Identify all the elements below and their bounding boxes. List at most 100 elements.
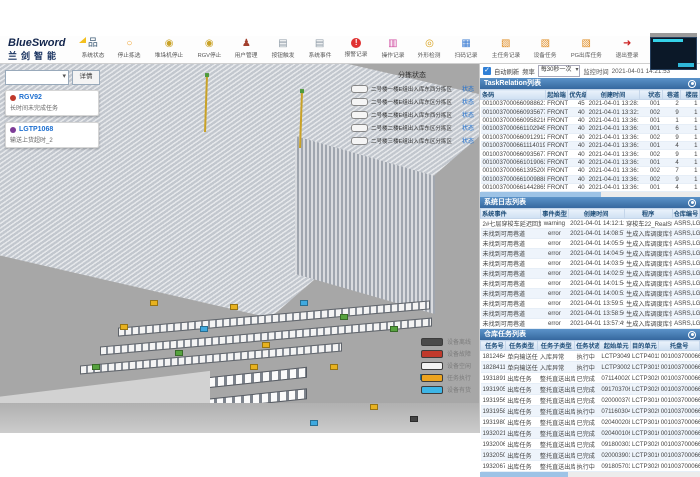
table-row[interactable]: 00100370006614428653FRONT402021-04-01 13… (481, 183, 700, 191)
sort-zone-status-link[interactable]: 状态 (462, 110, 474, 119)
table-row[interactable]: 1932006出库任务整托直送出库已完成0918003032LCTP302000… (481, 439, 700, 450)
settings-icon[interactable] (688, 331, 696, 339)
table-row[interactable]: 00100370006610190639FRONT402021-04-01 13… (481, 158, 700, 166)
table-row[interactable]: 1932067出库任务整托直送出库执行中0918057032LCTP302000… (481, 461, 700, 472)
column-header[interactable]: 楼层 (681, 90, 700, 100)
column-header[interactable]: 创建时间 (568, 209, 624, 219)
settings-icon[interactable] (688, 199, 696, 207)
table-row[interactable]: 未找到可用巷道error2021-04-01 13:58:50生成入库调度库位任… (481, 309, 700, 319)
column-header[interactable]: 任务类型 (505, 341, 538, 351)
column-header[interactable]: 托盘号 (659, 341, 700, 351)
column-header[interactable]: 系统事件 (481, 209, 541, 219)
toolbar-scan-log[interactable]: ▦扫码记录 (449, 38, 483, 59)
table-cell: 已完成 (575, 384, 600, 395)
sort-zone-toggle[interactable] (351, 85, 368, 93)
column-header[interactable]: 起始单元 (599, 341, 630, 351)
column-header[interactable]: 任务子类型 (538, 341, 575, 351)
table-row[interactable]: 未找到可用巷道error2021-04-01 14:01:54生成入库调度库位任… (481, 279, 700, 289)
sort-zone-status-link[interactable]: 状态 (462, 136, 474, 145)
alert-card-header: LGTP1068 (10, 126, 94, 133)
horizontal-scrollbar[interactable] (480, 192, 700, 197)
sort-zone-toggle[interactable] (351, 98, 368, 106)
device-id-link[interactable]: RGV92 (19, 94, 42, 101)
table-cell: 1931956 (481, 395, 506, 406)
column-header[interactable]: 事件类型 (541, 209, 568, 219)
table-row[interactable]: 2#七层穿梭车延迟回复消息warning2021-04-01 14:12:12穿… (481, 219, 700, 229)
horizontal-scrollbar[interactable] (480, 472, 700, 477)
table-row[interactable]: 1931958出库任务整托直送出库执行中0711603042LCTP302000… (481, 406, 700, 417)
table-row[interactable]: 1931905出库任务整托直送出库已完成0917037061LCTP302000… (481, 384, 700, 395)
table-row[interactable]: 未找到可用巷道error2021-04-01 14:03:56生成入库调度库位任… (481, 259, 700, 269)
toolbar-pg-outbound-task[interactable]: ▧PG出库任务 (565, 38, 607, 59)
device-alert-card[interactable]: RGV92长时间未完成任务 (5, 90, 99, 116)
toolbar-logout[interactable]: ➜退出登录 (610, 38, 644, 59)
table-row[interactable]: 00100370006613952005FRONT402021-04-01 13… (481, 167, 700, 175)
table-row[interactable]: 00100370006611140190FRONT402021-04-01 13… (481, 141, 700, 149)
toolbar-user-management[interactable]: ♟用户管理 (230, 38, 264, 59)
table-row[interactable]: 1931980出库任务整托直送出库已完成0204002081LCTP301600… (481, 417, 700, 428)
app-window: BlueSword 兰剑智能 品系统状态○停止拣选◉堆垛机停止◉RGV停止♟用户… (0, 0, 700, 440)
column-header[interactable]: 程序 (624, 209, 672, 219)
table-row[interactable]: 00100370006609356770FRONT402021-04-01 13… (481, 150, 700, 158)
table-row[interactable]: 未找到可用巷道error2021-04-01 14:08:57生成入库调度库位任… (481, 229, 700, 239)
table-row[interactable]: 1932021出库任务整托直送出库已完成0204001062LCTP301600… (481, 428, 700, 439)
device-id-link[interactable]: LGTP1068 (19, 126, 53, 133)
sort-zone-toggle[interactable] (351, 137, 368, 145)
sort-zone-status-link[interactable]: 状态 (462, 97, 474, 106)
toolbar-rgv-stop[interactable]: ◉RGV停止 (192, 38, 227, 59)
toolbar-profile-check[interactable]: ◎外形检测 (413, 38, 447, 59)
column-header[interactable]: 状态 (639, 90, 662, 100)
toolbar-system-status[interactable]: 品系统状态 (76, 38, 110, 59)
table-row[interactable]: 未找到可用巷道error2021-04-01 14:00:52生成入库调度库位任… (481, 289, 700, 299)
settings-icon[interactable] (688, 80, 696, 88)
legend-color-swatch (421, 362, 443, 370)
table-row[interactable]: 00100370006609356770FRONT402021-04-01 13… (481, 108, 700, 116)
toolbar-stop-picking[interactable]: ○停止拣选 (113, 38, 147, 59)
column-header[interactable]: 仓库编号 (672, 209, 699, 219)
column-header[interactable]: 巷道 (662, 90, 681, 100)
table-row[interactable]: 00100370006609886219FRONT452021-04-01 13… (481, 100, 700, 108)
table-row[interactable]: 1932050出库任务整托直送出库已完成0200039011LCTP301600… (481, 450, 700, 461)
sort-zone-toggle[interactable] (351, 124, 368, 132)
table-cell: 穿梭车22_RealStatus (624, 219, 672, 229)
column-header[interactable]: 任务状态 (575, 341, 600, 351)
table-row[interactable]: 00100370006611029457FRONT402021-04-01 13… (481, 125, 700, 133)
toolbar-device-task[interactable]: ▧设备任务 (529, 38, 563, 59)
warehouse-3d-view[interactable]: 详情 RGV92长时间未完成任务LGTP1068输送上货超时_2 分拣状态 二号… (0, 64, 479, 433)
table-row[interactable]: 未找到可用巷道error2021-04-01 14:04:56生成入库调度库位任… (481, 249, 700, 259)
table-row[interactable]: 1828411单向输送任务入库异常执行中LCTP3002LCTP30150010… (481, 362, 700, 373)
column-header[interactable]: 条码 (481, 90, 546, 100)
column-header[interactable]: 优先级 (568, 90, 587, 100)
toolbar-stacker-stop[interactable]: ◉堆垛机停止 (149, 38, 189, 59)
table-row[interactable]: 未找到可用巷道error2021-04-01 14:05:56生成入库调度库位任… (481, 239, 700, 249)
table-row[interactable]: 未找到可用巷道error2021-04-01 14:02:55生成入库调度库位任… (481, 269, 700, 279)
sort-zone-toggle[interactable] (351, 111, 368, 119)
toolbar-alarm-log[interactable]: !报警记录 (339, 38, 373, 58)
toolbar-system-events[interactable]: ▤系统事件 (303, 38, 337, 59)
column-header[interactable]: 任务号 (481, 341, 506, 351)
sort-zone-status-link[interactable]: 状态 (462, 84, 474, 93)
toolbar-operation-log[interactable]: ▥操作记录 (376, 38, 410, 59)
minimized-window-thumbnail[interactable] (650, 33, 697, 70)
device-alert-card[interactable]: LGTP1068输送上货超时_2 (5, 122, 99, 148)
table-row[interactable]: 00100370006610098881FRONT402021-04-01 13… (481, 175, 700, 183)
details-button[interactable]: 详情 (72, 70, 100, 85)
table-row[interactable]: 未找到可用巷道error2021-04-01 13:57:49生成入库调度库位任… (481, 319, 700, 329)
table-row[interactable]: 1812464单向输送任务入库异常执行中LCTP3049LCTP40110010… (481, 351, 700, 362)
table-row[interactable]: 00100370006609129123FRONT402021-04-01 13… (481, 133, 700, 141)
table-row[interactable]: 1931956出库任务整托直送出库已完成0200003702LCTP301600… (481, 395, 700, 406)
table-row[interactable]: 1931891出库任务整托直送出库已完成0711400206LCTP302000… (481, 373, 700, 384)
column-header[interactable]: 创建时间 (587, 90, 640, 100)
table-row[interactable]: 00100370006609582162FRONT402021-04-01 13… (481, 116, 700, 124)
table-row[interactable]: 未找到可用巷道error2021-04-01 13:59:51生成入库调度库位任… (481, 299, 700, 309)
toolbar-main-task-log[interactable]: ▧主任务记录 (486, 38, 526, 59)
column-header[interactable]: 起始端 (545, 90, 568, 100)
auto-refresh-checkbox[interactable] (483, 67, 491, 75)
refresh-interval-select[interactable]: 每30秒一次 (538, 65, 581, 77)
toolbar-button-trigger[interactable]: ▤按钮触发 (266, 38, 300, 59)
sort-zone-status-link[interactable]: 状态 (462, 123, 474, 132)
table-cell: 002 (639, 133, 662, 141)
device-filter-select[interactable] (5, 70, 69, 85)
thumbnail-text-bar (653, 39, 683, 42)
column-header[interactable]: 目的单元 (630, 341, 659, 351)
